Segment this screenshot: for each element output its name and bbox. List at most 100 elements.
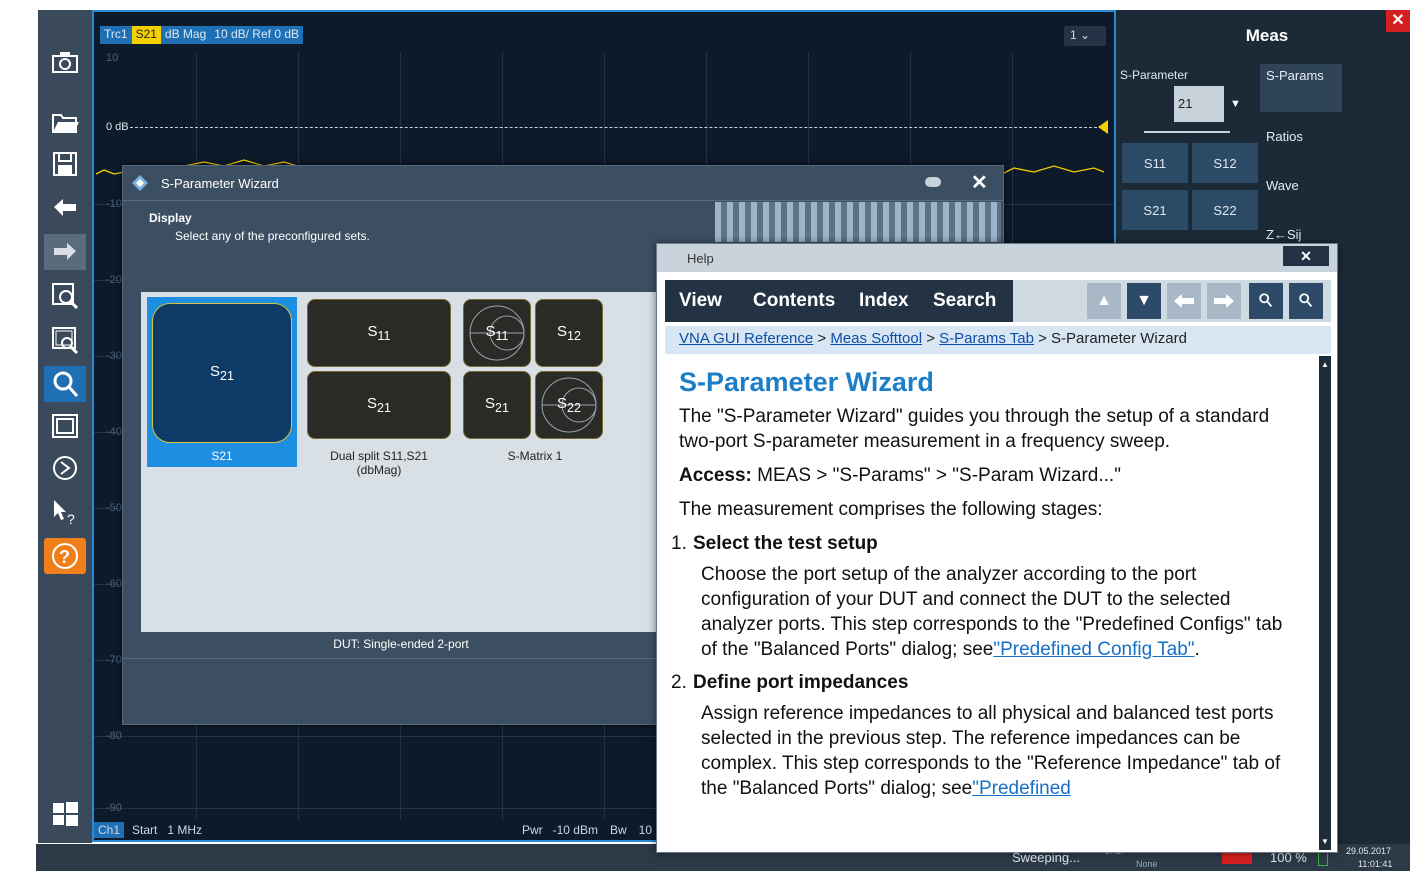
breadcrumb-current: S-Parameter Wizard [1051, 330, 1187, 347]
preset-cell-label: S11 [367, 323, 391, 343]
reference-marker-icon[interactable] [1098, 120, 1108, 134]
help-menubar: View Contents Index Search ▲ ▼ [665, 280, 1331, 322]
help-title: Help [687, 251, 714, 266]
scroll-down-icon[interactable]: ▼ [1127, 283, 1161, 319]
zoom-icon[interactable] [44, 366, 86, 402]
scroll-up-arrow-icon[interactable]: ▲ [1321, 360, 1329, 369]
trace-name[interactable]: Trc1 [100, 26, 132, 44]
screen: ? ? Trc1 S21 dB Mag 10 dB/ Ref 0 dB 1 ⌄ [0, 0, 1417, 871]
menu-search[interactable]: Search [933, 290, 996, 312]
intro-text: The "S-Parameter Wizard" guides you thro… [679, 406, 1270, 452]
breadcrumb-link[interactable]: S-Params Tab [939, 330, 1034, 347]
preset-label: S-Matrix 1 [507, 449, 563, 463]
preset-cell: S21 [152, 303, 292, 443]
s12-button[interactable]: S12 [1192, 143, 1258, 183]
tab-ratios[interactable]: Ratios [1260, 125, 1342, 148]
preset-dual-split[interactable]: S11 S21 Dual split S11,S21 (dbMag) [307, 297, 451, 482]
menu-contents[interactable]: Contents [753, 290, 835, 312]
redo-icon[interactable] [44, 234, 86, 270]
tab-wave[interactable]: Wave [1260, 174, 1342, 197]
help-scrollbar[interactable]: ▲ ▼ [1319, 356, 1331, 850]
scroll-down-arrow-icon[interactable]: ▼ [1321, 837, 1329, 846]
trace-scale[interactable]: 10 dB/ Ref 0 dB [210, 26, 304, 44]
preset-s-matrix[interactable]: S11 S12 S21 S22 S-Matrix 1 [463, 297, 607, 467]
whats-this-icon[interactable]: ? [44, 494, 86, 530]
preset-s21[interactable]: S21 S21 [147, 297, 297, 467]
forward-icon[interactable] [1207, 283, 1241, 319]
zoom-out-icon[interactable] [1289, 283, 1323, 319]
s11-button[interactable]: S11 [1122, 143, 1188, 183]
s21-button[interactable]: S21 [1122, 190, 1188, 230]
wizard-title: S-Parameter Wizard [161, 176, 279, 191]
close-icon[interactable]: ✕ [971, 170, 988, 195]
dut-label: DUT: Single-ended 2-port [141, 632, 661, 656]
save-icon[interactable] [44, 146, 86, 182]
stage-1: 1. Select the test setup [671, 531, 1301, 556]
scroll-up-icon[interactable]: ▲ [1087, 283, 1121, 319]
close-icon[interactable]: ✕ [1283, 246, 1329, 266]
preset-cell: S22 [535, 371, 603, 439]
back-icon[interactable] [1167, 283, 1201, 319]
help-titlebar[interactable]: Help ✕ [657, 244, 1337, 272]
zoom-window-icon[interactable] [44, 322, 86, 358]
predefined-config-link[interactable]: "Predefined Config Tab" [993, 639, 1194, 660]
s22-button[interactable]: S22 [1192, 190, 1258, 230]
wizard-titlebar[interactable]: S-Parameter Wizard ✕ [123, 166, 1003, 200]
breadcrumb-link[interactable]: VNA GUI Reference [679, 330, 813, 347]
divider [1144, 131, 1230, 133]
channel-select-value: 1 [1070, 28, 1077, 42]
trace-info-bar[interactable]: Trc1 S21 dB Mag 10 dB/ Ref 0 dB [100, 26, 304, 44]
help-icon[interactable]: ? [44, 538, 86, 574]
left-toolbar: ? ? [38, 10, 92, 843]
open-folder-icon[interactable] [44, 104, 86, 140]
stage-2-text: Assign reference impedances to all physi… [679, 701, 1301, 801]
instruction-text: Select any of the preconfigured sets. [175, 229, 370, 243]
power-value[interactable]: -10 dBm [553, 823, 598, 837]
bandwidth-value[interactable]: 10 [639, 823, 652, 837]
breadcrumb-link[interactable]: Meas Softtool [830, 330, 922, 347]
svg-text:?: ? [59, 547, 70, 567]
preset-cell-label: S21 [210, 363, 234, 383]
stage-number: 2. [671, 672, 687, 693]
y-tick-label: -80 [106, 730, 122, 742]
preset-cell-label: S21 [367, 395, 391, 415]
y-tick-label: -40 [106, 426, 122, 438]
step-progress [715, 202, 1001, 242]
preset-cell-label: S21 [485, 395, 509, 415]
autoscale-icon[interactable] [44, 450, 86, 486]
sparam-select[interactable]: 21 [1174, 86, 1224, 122]
menu-view[interactable]: View [679, 290, 722, 312]
reference-line [130, 127, 1102, 128]
stage-title: Select the test setup [693, 533, 878, 554]
preset-cell: S12 [535, 299, 603, 367]
windows-icon[interactable] [44, 796, 86, 832]
svg-text:?: ? [67, 511, 75, 527]
camera-icon[interactable] [44, 44, 86, 80]
tab-s-params[interactable]: S-Params [1260, 64, 1342, 112]
y-tick-label: -20 [106, 274, 122, 286]
y-tick-label: -30 [106, 350, 122, 362]
y-tick-label: -10 [106, 198, 122, 210]
trace-param[interactable]: S21 [131, 26, 161, 44]
close-icon[interactable]: ✕ [1386, 10, 1410, 32]
toggle-icon[interactable] [925, 177, 941, 187]
access-line: Access: MEAS > "S-Params" > "S-Param Wiz… [679, 463, 1301, 488]
y-tick-label: -50 [106, 502, 122, 514]
stage-2: 2. Define port impedances [671, 670, 1301, 695]
preset-cell: S21 [463, 371, 531, 439]
menu-index[interactable]: Index [859, 290, 909, 312]
zoom-select-icon[interactable] [44, 278, 86, 314]
predefined-link[interactable]: "Predefined [972, 778, 1071, 799]
start-value[interactable]: 1 MHz [167, 823, 202, 837]
trace-format[interactable]: dB Mag [160, 26, 211, 44]
preset-cell: S11 [307, 299, 451, 367]
zoom-in-icon[interactable] [1249, 283, 1283, 319]
stage-number: 1. [671, 533, 687, 554]
undo-icon[interactable] [44, 190, 86, 226]
y-tick-label: -60 [106, 578, 122, 590]
stage-1-text: Choose the port setup of the analyzer ac… [701, 564, 1283, 660]
chevron-down-icon[interactable]: ▼ [1230, 98, 1241, 110]
channel-label[interactable]: Ch1 [94, 822, 125, 838]
channel-select[interactable]: 1 ⌄ [1064, 26, 1106, 46]
fit-screen-icon[interactable] [44, 408, 86, 444]
